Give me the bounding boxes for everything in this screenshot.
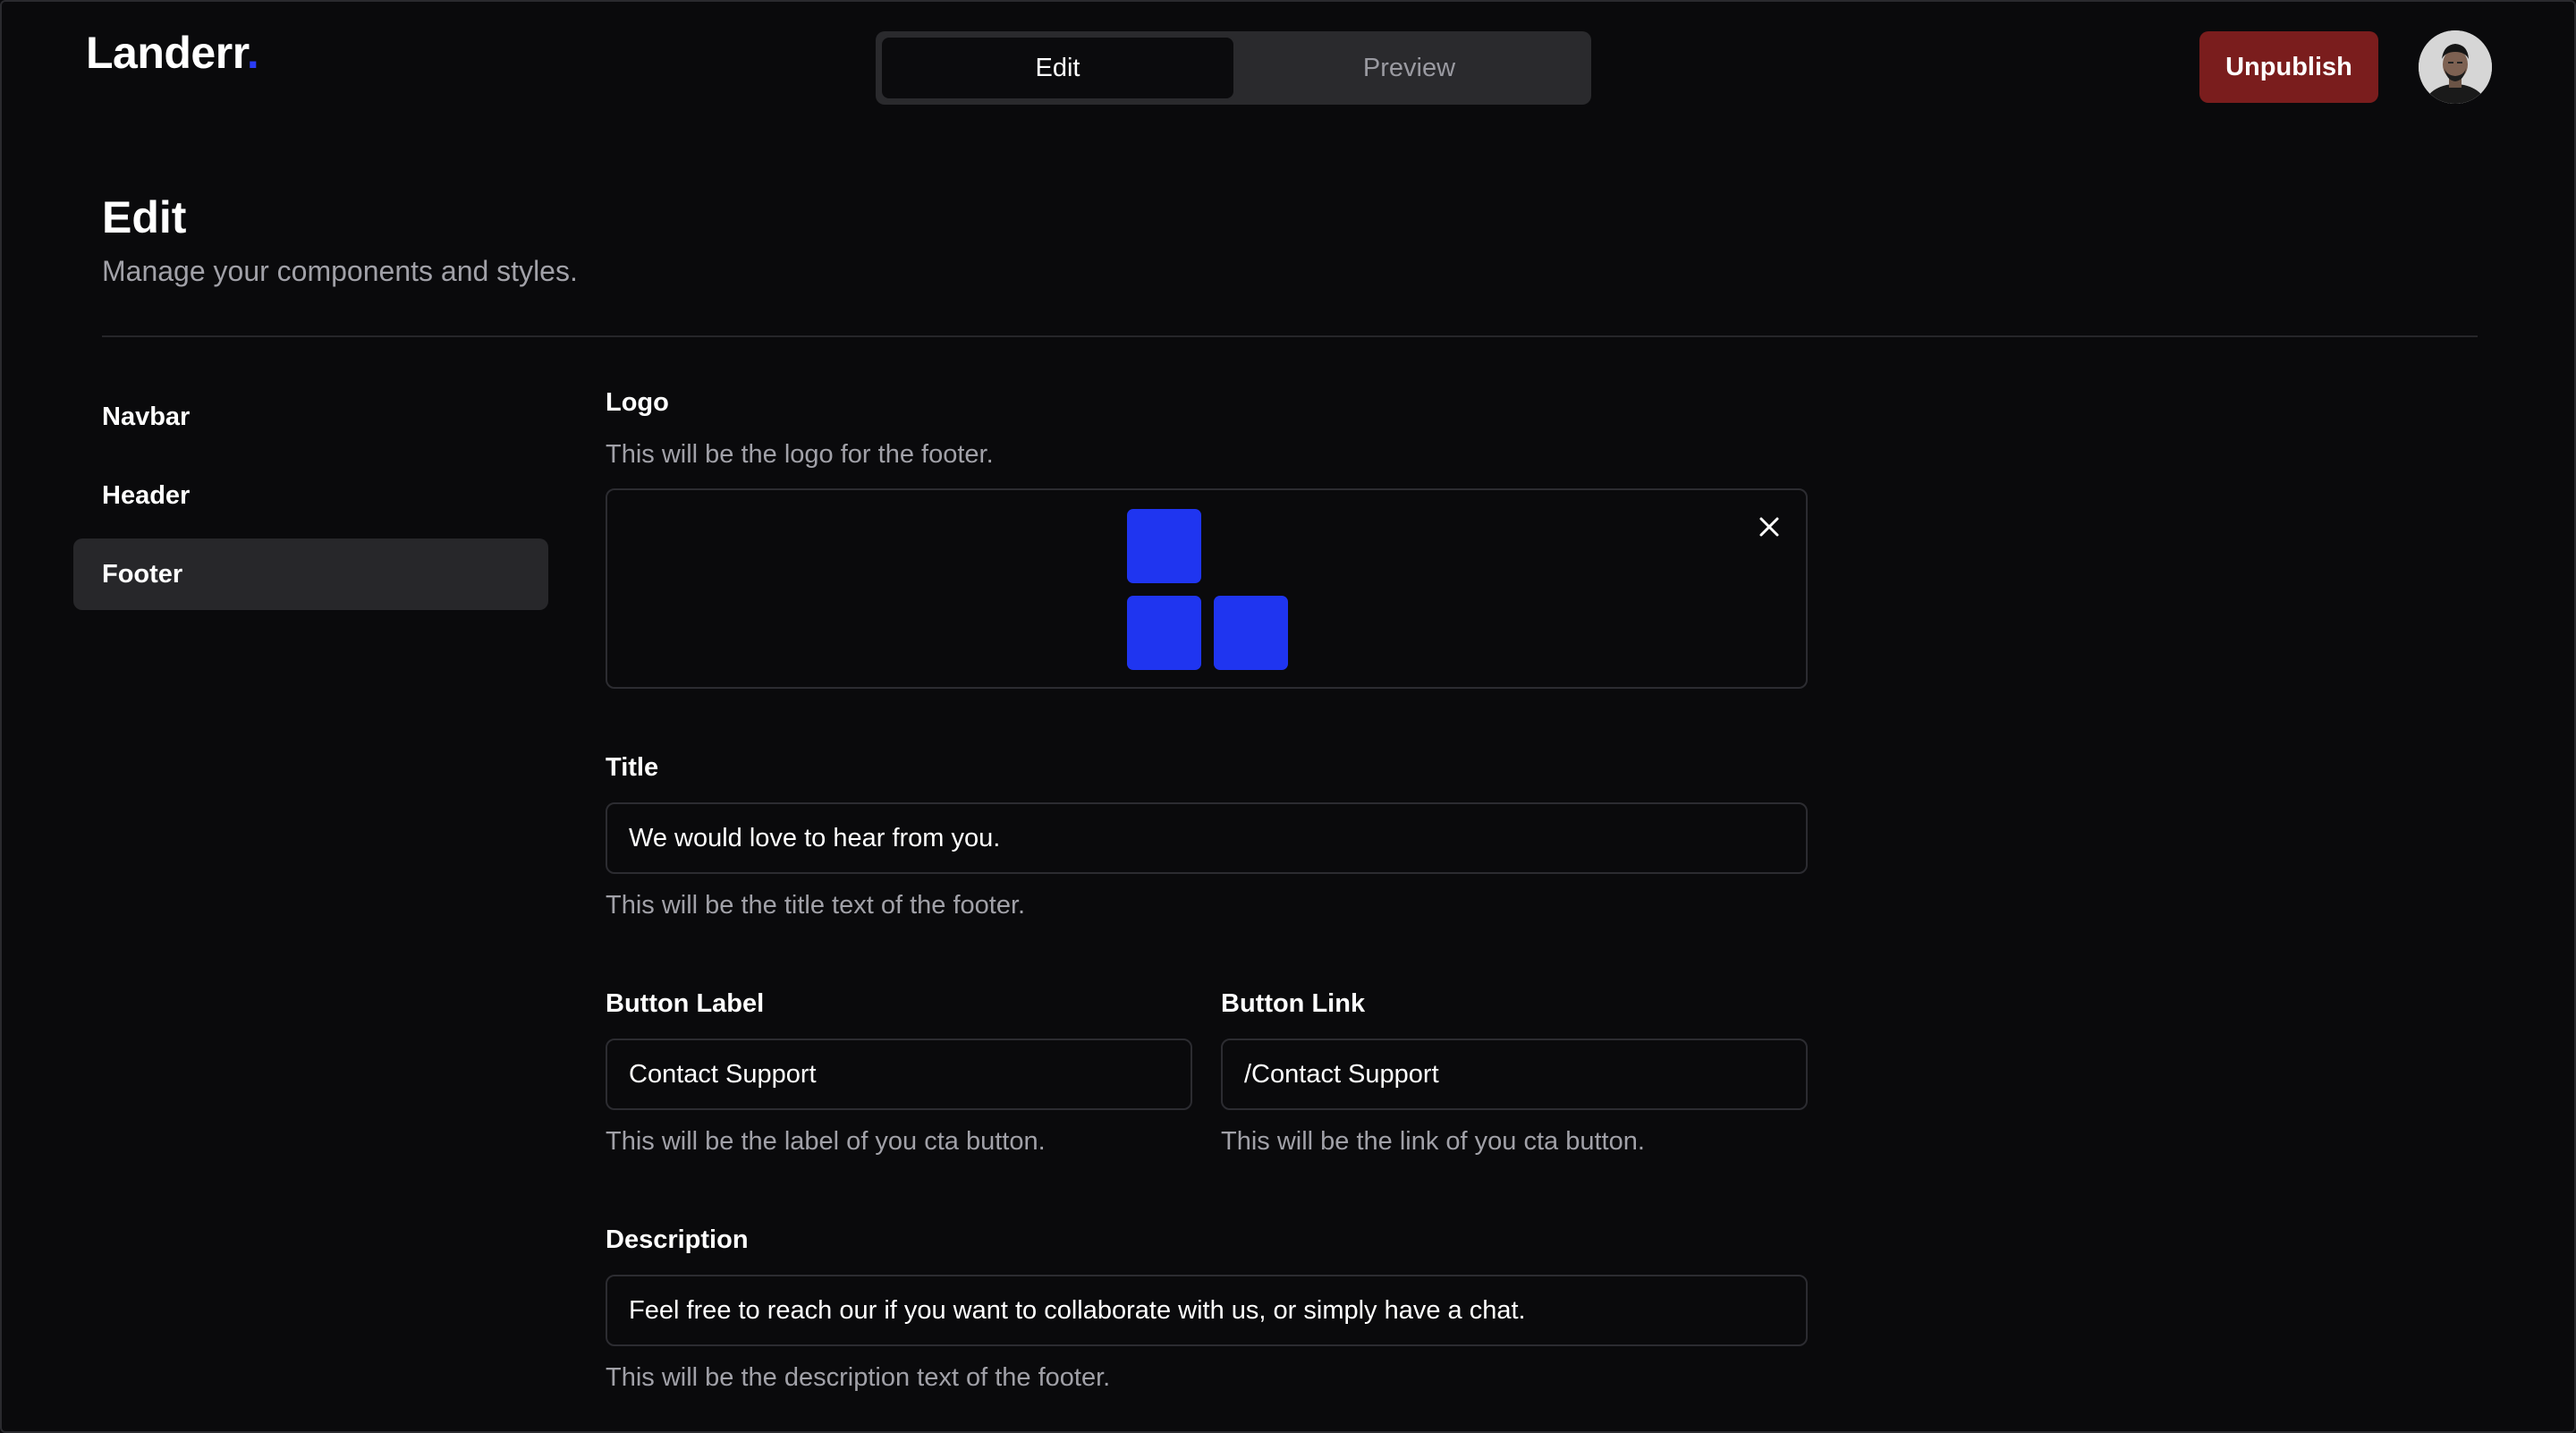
header-divider (102, 335, 2478, 337)
sidebar-item-footer[interactable]: Footer (73, 538, 548, 610)
description-input[interactable] (606, 1275, 1808, 1346)
logo-label: Logo (606, 388, 669, 417)
app-window: Landerr. Edit Preview Unpublish Edit Man… (0, 0, 2576, 1433)
logo-help-text: This will be the logo for the footer. (606, 440, 994, 469)
description-label: Description (606, 1225, 749, 1254)
page-subtitle: Manage your components and styles. (102, 255, 578, 287)
button-link-input[interactable] (1221, 1039, 1808, 1110)
avatar-icon (2419, 30, 2492, 104)
button-label-help-text: This will be the label of you cta button… (606, 1127, 1046, 1156)
description-help-text: This will be the description text of the… (606, 1363, 1111, 1392)
logo-image-square (1214, 596, 1288, 670)
button-link-label: Button Link (1221, 989, 1366, 1018)
page-title: Edit (102, 192, 187, 242)
button-link-help-text: This will be the link of you cta button. (1221, 1127, 1645, 1156)
button-label-label: Button Label (606, 989, 765, 1018)
user-avatar[interactable] (2419, 30, 2492, 104)
brand-name: Landerr (86, 28, 247, 78)
logo-upload-box[interactable] (606, 488, 1808, 689)
close-icon[interactable] (1752, 510, 1786, 544)
brand-dot: . (246, 28, 259, 78)
brand-logo[interactable]: Landerr. (86, 27, 259, 79)
sidebar-item-header[interactable]: Header (73, 460, 548, 531)
title-help-text: This will be the title text of the foote… (606, 891, 1026, 920)
logo-image-square (1127, 596, 1201, 670)
tab-preview[interactable]: Preview (1233, 38, 1585, 98)
mode-toggle: Edit Preview (876, 31, 1591, 105)
unpublish-button[interactable]: Unpublish (2199, 31, 2378, 103)
title-label: Title (606, 753, 659, 782)
button-label-input[interactable] (606, 1039, 1192, 1110)
logo-image-square (1127, 509, 1201, 583)
sidebar-item-navbar[interactable]: Navbar (73, 381, 548, 453)
title-input[interactable] (606, 802, 1808, 874)
tab-edit[interactable]: Edit (882, 38, 1233, 98)
